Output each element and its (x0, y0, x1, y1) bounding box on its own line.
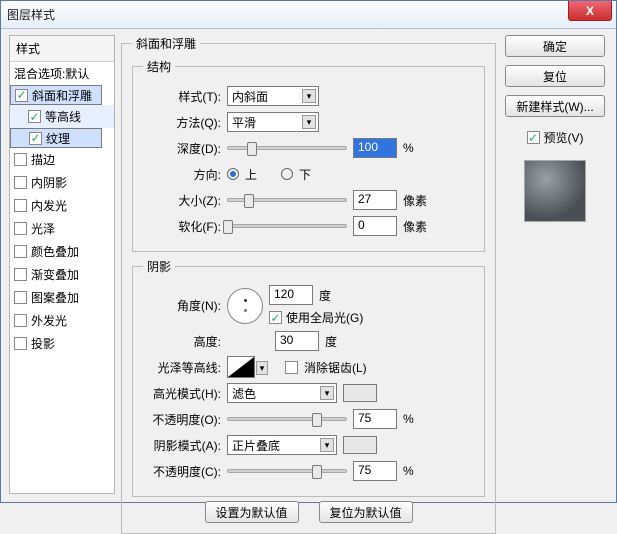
styles-header: 样式 (10, 36, 114, 62)
shading-legend: 阴影 (143, 258, 175, 275)
size-label: 大小(Z): (143, 192, 221, 209)
checkbox-grad-overlay[interactable] (14, 268, 27, 281)
list-item-texture[interactable]: ✓ 纹理 (10, 128, 102, 148)
checkbox-inner-shadow[interactable] (14, 176, 27, 189)
size-unit: 像素 (403, 192, 431, 209)
style-select[interactable]: 内斜面▾ (227, 86, 319, 106)
shadow-mode-select[interactable]: 正片叠底▾ (227, 435, 337, 455)
reset-default-button[interactable]: 复位为默认值 (319, 501, 413, 523)
checkbox-satin[interactable] (14, 222, 27, 235)
highlight-mode-select[interactable]: 滤色▾ (227, 383, 337, 403)
method-label: 方法(Q): (143, 114, 221, 131)
highlight-opacity-input[interactable]: 75 (353, 409, 397, 429)
highlight-opacity-slider[interactable] (227, 417, 347, 421)
size-slider[interactable] (227, 198, 347, 202)
group-shading: 阴影 角度(N): 120 度 ✓ 使用全局光(G) (132, 258, 485, 497)
checkbox-pattern-overlay[interactable] (14, 291, 27, 304)
right-panel: 确定 复位 新建样式(W)... ✓ 预览(V) (502, 35, 608, 494)
shadow-color-swatch[interactable] (343, 436, 377, 454)
depth-slider[interactable] (227, 146, 347, 150)
styles-list: 样式 混合选项:默认 ✓ 斜面和浮雕 ✓ 等高线 ✓ 纹理 描边 内阴影 内发光… (9, 35, 115, 494)
antialias-label: 消除锯齿(L) (304, 359, 367, 376)
list-item-pattern-overlay[interactable]: 图案叠加 (10, 286, 114, 309)
list-item-outer-glow[interactable]: 外发光 (10, 309, 114, 332)
chevron-down-icon: ▾ (320, 386, 334, 400)
size-input[interactable]: 27 (353, 190, 397, 210)
checkbox-texture[interactable]: ✓ (29, 132, 42, 145)
style-label: 样式(T): (143, 88, 221, 105)
soften-unit: 像素 (403, 218, 431, 235)
angle-wheel[interactable] (227, 288, 263, 324)
shadow-opacity-input[interactable]: 75 (353, 461, 397, 481)
ok-button[interactable]: 确定 (505, 35, 605, 57)
gloss-contour-label: 光泽等高线: (143, 359, 221, 376)
list-item-inner-shadow[interactable]: 内阴影 (10, 171, 114, 194)
structure-legend: 结构 (143, 58, 175, 75)
preview-label: 预览(V) (544, 129, 584, 146)
radio-up[interactable] (227, 168, 239, 180)
highlight-opacity-label: 不透明度(O): (143, 411, 221, 428)
layer-style-dialog: 图层样式 X 样式 混合选项:默认 ✓ 斜面和浮雕 ✓ 等高线 ✓ 纹理 描边 … (0, 0, 617, 503)
list-item-stroke[interactable]: 描边 (10, 148, 114, 171)
group-structure: 结构 样式(T): 内斜面▾ 方法(Q): 平滑▾ 深度(D): 100 % (132, 58, 485, 252)
depth-input[interactable]: 100 (353, 138, 397, 158)
direction-label: 方向: (143, 166, 221, 183)
list-item-satin[interactable]: 光泽 (10, 217, 114, 240)
close-button[interactable]: X (568, 1, 612, 21)
panel-bevel: 斜面和浮雕 结构 样式(T): 内斜面▾ 方法(Q): 平滑▾ 深度(D): 1… (121, 35, 496, 534)
checkbox-antialias[interactable] (285, 361, 298, 374)
chevron-down-icon[interactable]: ▾ (256, 361, 268, 375)
window-title: 图层样式 (7, 6, 55, 23)
highlight-opacity-unit: % (403, 412, 431, 426)
highlight-color-swatch[interactable] (343, 384, 377, 402)
method-select[interactable]: 平滑▾ (227, 112, 319, 132)
angle-unit: 度 (319, 287, 331, 304)
altitude-input[interactable]: 30 (275, 331, 319, 351)
angle-input[interactable]: 120 (269, 285, 313, 305)
center-panel: 斜面和浮雕 结构 样式(T): 内斜面▾ 方法(Q): 平滑▾ 深度(D): 1… (121, 35, 496, 494)
preview-thumbnail (524, 160, 586, 222)
list-item-bevel[interactable]: ✓ 斜面和浮雕 (10, 85, 102, 105)
close-icon: X (586, 4, 594, 18)
soften-input[interactable]: 0 (353, 216, 397, 236)
list-item-color-overlay[interactable]: 颜色叠加 (10, 240, 114, 263)
list-item-inner-glow[interactable]: 内发光 (10, 194, 114, 217)
checkbox-outer-glow[interactable] (14, 314, 27, 327)
altitude-unit: 度 (325, 333, 337, 350)
checkbox-global-light[interactable]: ✓ (269, 311, 282, 324)
checkbox-contour[interactable]: ✓ (28, 110, 41, 123)
depth-label: 深度(D): (143, 140, 221, 157)
checkbox-bevel[interactable]: ✓ (15, 89, 28, 102)
altitude-label: 高度: (143, 333, 221, 350)
titlebar[interactable]: 图层样式 X (1, 1, 616, 29)
shadow-mode-label: 阴影模式(A): (143, 437, 221, 454)
soften-label: 软化(F): (143, 218, 221, 235)
new-style-button[interactable]: 新建样式(W)... (505, 95, 605, 117)
global-light-label: 使用全局光(G) (286, 309, 363, 326)
checkbox-color-overlay[interactable] (14, 245, 27, 258)
shadow-opacity-slider[interactable] (227, 469, 347, 473)
list-item-grad-overlay[interactable]: 渐变叠加 (10, 263, 114, 286)
highlight-mode-label: 高光模式(H): (143, 385, 221, 402)
list-item-contour[interactable]: ✓ 等高线 (10, 105, 114, 128)
angle-label: 角度(N): (143, 297, 221, 314)
panel-title: 斜面和浮雕 (132, 35, 200, 52)
chevron-down-icon: ▾ (302, 115, 316, 129)
shadow-opacity-label: 不透明度(C): (143, 463, 221, 480)
gloss-contour-picker[interactable]: ▾ (227, 356, 255, 378)
chevron-down-icon: ▾ (320, 438, 334, 452)
checkbox-preview[interactable]: ✓ (527, 131, 540, 144)
list-item-blend[interactable]: 混合选项:默认 (10, 62, 114, 85)
depth-unit: % (403, 141, 431, 155)
cancel-button[interactable]: 复位 (505, 65, 605, 87)
checkbox-inner-glow[interactable] (14, 199, 27, 212)
list-item-drop-shadow[interactable]: 投影 (10, 332, 114, 355)
checkbox-drop-shadow[interactable] (14, 337, 27, 350)
checkbox-stroke[interactable] (14, 153, 27, 166)
set-default-button[interactable]: 设置为默认值 (205, 501, 299, 523)
radio-down[interactable] (281, 168, 293, 180)
soften-slider[interactable] (227, 224, 347, 228)
chevron-down-icon: ▾ (302, 89, 316, 103)
shadow-opacity-unit: % (403, 464, 431, 478)
